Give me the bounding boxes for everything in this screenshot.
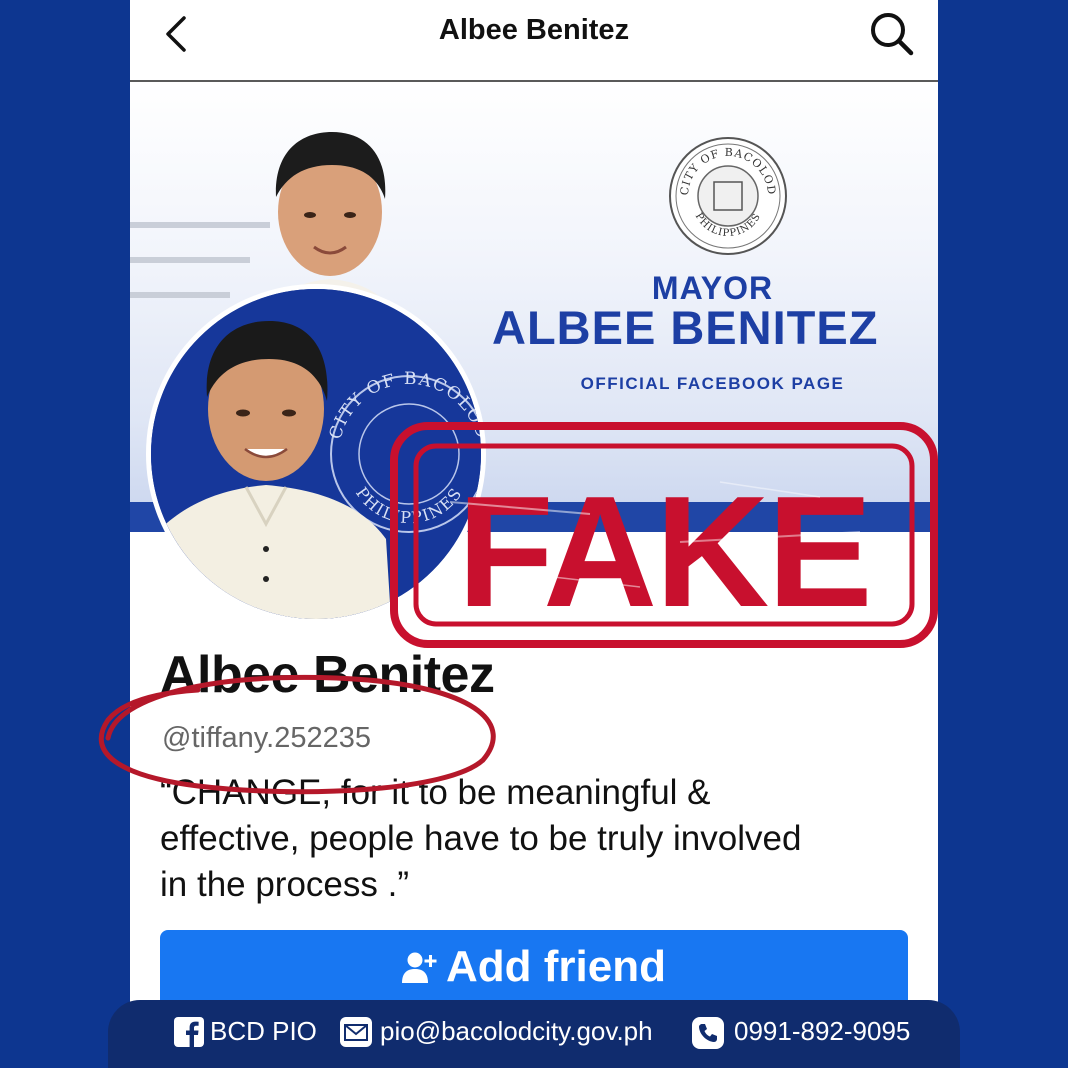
top-bar: Albee Benitez: [130, 0, 938, 82]
cover-building-detail: [130, 292, 230, 298]
bio-line: effective, people have to be truly invol…: [160, 819, 802, 858]
search-button[interactable]: [868, 10, 916, 58]
page-title: Albee Benitez: [438, 14, 630, 46]
footer-bar: BCD PIO pio@bacolodcity.gov.ph 0991-892-…: [108, 1000, 960, 1068]
add-friend-button[interactable]: Add friend: [160, 930, 908, 1010]
highlight-circle: [98, 674, 496, 795]
cover-official-label: OFFICIAL FACEBOOK PAGE: [580, 374, 845, 393]
phone-icon: [692, 1017, 724, 1049]
footer-facebook-label: BCD PIO: [210, 1016, 317, 1046]
cover-building-detail: [130, 257, 250, 263]
facebook-icon: [174, 1017, 204, 1047]
cover-name-label: ALBEE BENITEZ: [492, 301, 879, 354]
search-icon: [871, 13, 914, 56]
add-user-icon: [402, 952, 437, 983]
fake-stamp-text: FAKE: [457, 464, 870, 640]
add-friend-label: Add friend: [446, 942, 666, 991]
footer-phone[interactable]: 0991-892-9095: [734, 1016, 910, 1047]
fake-stamp: FAKE: [390, 422, 938, 648]
city-seal-icon: CITY OF BACOLOD PHILIPPINES: [669, 137, 787, 255]
bio-line: in the process .”: [160, 865, 409, 904]
email-icon: [340, 1017, 372, 1047]
footer-email[interactable]: pio@bacolodcity.gov.ph: [380, 1016, 653, 1047]
